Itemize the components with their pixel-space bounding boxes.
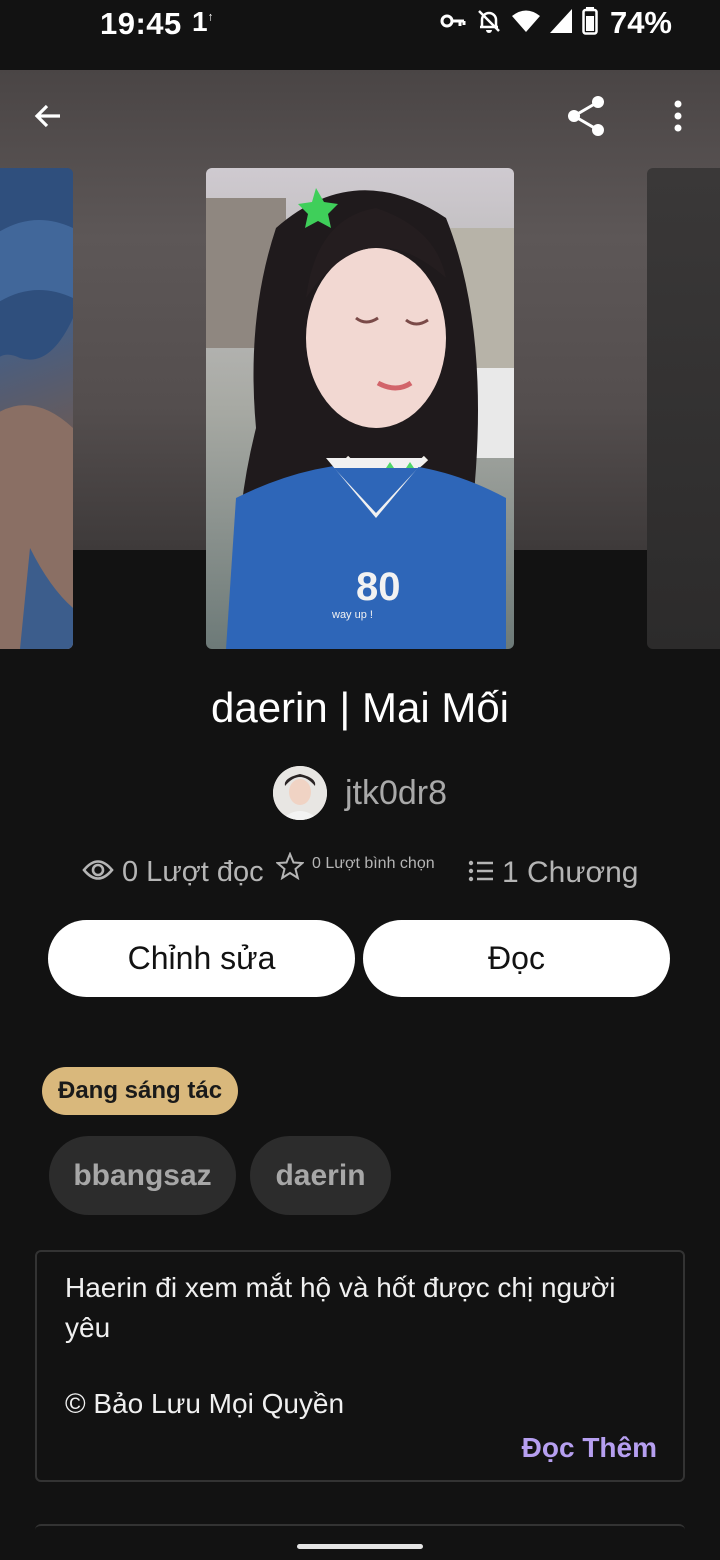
- votes-count: 0 Lượt bình chọn: [312, 854, 435, 872]
- vpn-key-icon: [440, 11, 466, 36]
- bell-off-icon: [476, 8, 502, 39]
- cover-current[interactable]: 80 way up !: [206, 168, 514, 649]
- status-badge: Đang sáng tác: [42, 1067, 239, 1115]
- author-row[interactable]: jtk0dr8: [0, 766, 720, 820]
- eye-icon: [82, 856, 114, 889]
- next-section-box: [35, 1524, 685, 1560]
- gesture-nav-handle: [297, 1544, 423, 1549]
- story-stats: 0 Lượt đọc 0 Lượt bình chọn 1 Chương: [0, 850, 720, 900]
- description-box: Haerin đi xem mắt hộ và hốt được chị ngư…: [35, 1250, 685, 1482]
- wifi-icon: [511, 9, 540, 38]
- parts-stat: 1 Chương: [468, 856, 639, 890]
- reads-count: 0 Lượt đọc: [122, 856, 264, 888]
- star-icon: [274, 851, 306, 885]
- status-indicator: 1↑: [192, 6, 214, 37]
- share-icon: [564, 94, 608, 143]
- status-bar: 19:45 1↑ 74%: [0, 0, 720, 70]
- back-button[interactable]: [22, 92, 74, 144]
- description-text: Haerin đi xem mắt hộ và hốt được chị ngư…: [65, 1272, 616, 1343]
- read-more-link[interactable]: Đọc Thêm: [522, 1432, 657, 1464]
- author-name[interactable]: jtk0dr8: [345, 774, 447, 813]
- parts-count: 1 Chương: [502, 856, 639, 889]
- edit-button[interactable]: Chỉnh sửa: [48, 920, 355, 997]
- battery-icon: [582, 6, 598, 40]
- signal-icon: [549, 8, 572, 38]
- status-icons: 74%: [440, 5, 672, 40]
- share-button[interactable]: [560, 92, 612, 144]
- more-options-button[interactable]: [652, 92, 704, 144]
- tag-chip[interactable]: daerin: [250, 1136, 391, 1215]
- copyright-text: © Bảo Lưu Mọi Quyền: [65, 1388, 345, 1419]
- tag-chip[interactable]: bbangsaz: [49, 1136, 236, 1215]
- votes-stat: 0 Lượt bình chọn: [274, 851, 435, 885]
- author-avatar[interactable]: [272, 766, 327, 820]
- status-time: 19:45: [100, 6, 182, 41]
- list-icon: [468, 856, 494, 890]
- svg-text:80: 80: [356, 565, 401, 609]
- cover-previous[interactable]: [0, 168, 73, 649]
- reads-stat: 0 Lượt đọc: [82, 856, 264, 889]
- cover-next[interactable]: [647, 168, 720, 649]
- svg-text:way up !: way up !: [331, 609, 373, 621]
- read-button[interactable]: Đọc: [363, 920, 670, 997]
- story-title: daerin | Mai Mối: [210, 684, 510, 731]
- arrow-left-icon: [32, 100, 64, 137]
- battery-percent: 74%: [609, 5, 672, 40]
- more-vert-icon: [673, 100, 683, 137]
